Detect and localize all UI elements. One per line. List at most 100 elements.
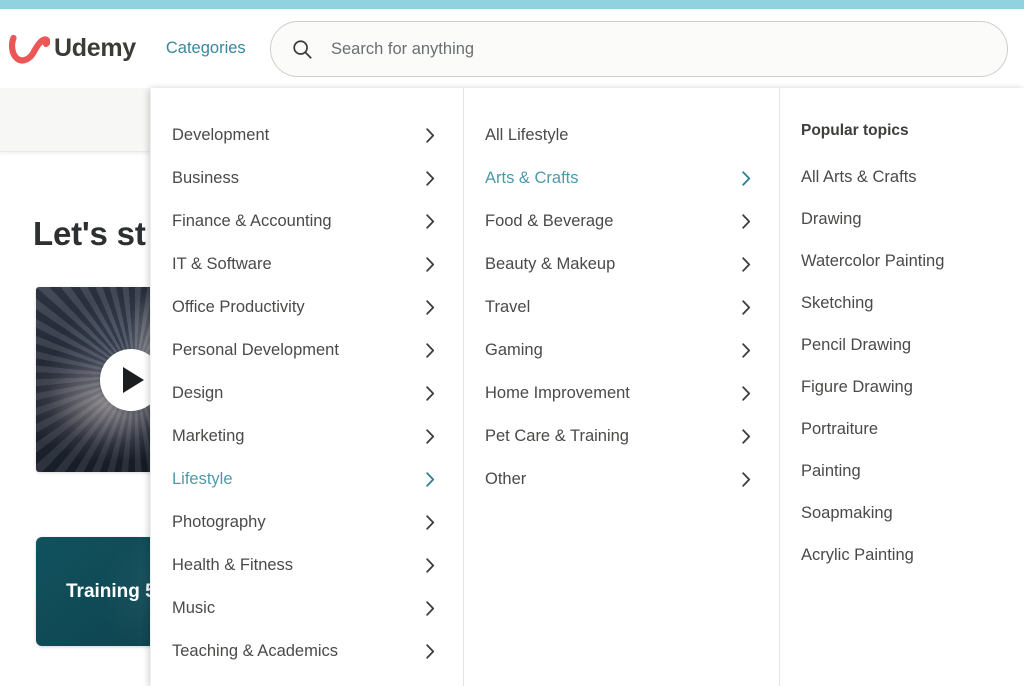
topic-item-soapmaking[interactable]: Soapmaking: [780, 492, 1023, 534]
menu-column-popular-topics: Popular topics All Arts & Crafts Drawing W…: [780, 88, 1023, 686]
menu-item-marketing[interactable]: Marketing: [151, 415, 463, 458]
menu-item-label: Photography: [172, 513, 266, 531]
menu-item-office-productivity[interactable]: Office Productivity: [151, 286, 463, 329]
menu-item-label: Development: [172, 126, 270, 144]
submenu-item-label: Arts & Crafts: [485, 169, 579, 187]
menu-item-label: Business: [172, 169, 239, 187]
submenu-item-beauty-makeup[interactable]: Beauty & Makeup: [464, 243, 779, 286]
chevron-right-icon: [742, 386, 751, 401]
udemy-logo-text: Udemy: [54, 34, 136, 62]
search-bar[interactable]: [270, 21, 1008, 77]
chevron-right-icon: [426, 429, 435, 444]
topic-item-label: Soapmaking: [801, 503, 893, 522]
promo-card-text: Training 5: [66, 580, 156, 602]
chevron-right-icon: [742, 343, 751, 358]
chevron-right-icon: [426, 472, 435, 487]
popular-topics-list: All Arts & Crafts Drawing Watercolor Paint…: [780, 156, 1023, 576]
submenu-item-label: All Lifestyle: [485, 126, 569, 144]
submenu-item-label: Travel: [485, 298, 531, 316]
menu-item-teaching-academics[interactable]: Teaching & Academics: [151, 630, 463, 673]
topic-item-label: Drawing: [801, 209, 862, 228]
topic-item-pencil-drawing[interactable]: Pencil Drawing: [780, 324, 1023, 366]
submenu-item-pet-care-training[interactable]: Pet Care & Training: [464, 415, 779, 458]
menu-item-music[interactable]: Music: [151, 587, 463, 630]
menu-column-primary-categories: Development Business Finance & Accounting I…: [151, 88, 464, 686]
menu-item-health-fitness[interactable]: Health & Fitness: [151, 544, 463, 587]
topic-item-label: All Arts & Crafts: [801, 167, 917, 186]
search-icon: [293, 40, 312, 59]
topic-item-acrylic-painting[interactable]: Acrylic Painting: [780, 534, 1023, 576]
submenu-item-all-lifestyle[interactable]: All Lifestyle: [464, 114, 779, 157]
chevron-right-icon: [426, 300, 435, 315]
topic-item-label: Pencil Drawing: [801, 335, 912, 354]
menu-item-label: Finance & Accounting: [172, 212, 332, 230]
topic-item-all-arts-crafts[interactable]: All Arts & Crafts: [780, 156, 1023, 198]
submenu-item-label: Gaming: [485, 341, 543, 359]
menu-item-label: Marketing: [172, 427, 245, 445]
udemy-logo[interactable]: Udemy: [8, 9, 136, 88]
udemy-u-logo-icon: [8, 34, 50, 63]
menu-item-label: Design: [172, 384, 224, 402]
menu-item-label: Health & Fitness: [172, 556, 294, 574]
topic-item-figure-drawing[interactable]: Figure Drawing: [780, 366, 1023, 408]
menu-item-personal-development[interactable]: Personal Development: [151, 329, 463, 372]
chevron-right-icon: [426, 214, 435, 229]
menu-item-label: Lifestyle: [172, 470, 233, 488]
chevron-right-icon: [426, 257, 435, 272]
topic-item-painting[interactable]: Painting: [780, 450, 1023, 492]
menu-item-development[interactable]: Development: [151, 114, 463, 157]
menu-item-label: Music: [172, 599, 216, 617]
chevron-right-icon: [426, 343, 435, 358]
submenu-item-label: Pet Care & Training: [485, 427, 629, 445]
submenu-item-label: Home Improvement: [485, 384, 630, 402]
chevron-right-icon: [742, 214, 751, 229]
submenu-item-other[interactable]: Other: [464, 458, 779, 501]
chevron-right-icon: [426, 128, 435, 143]
chevron-right-icon: [426, 601, 435, 616]
menu-item-design[interactable]: Design: [151, 372, 463, 415]
page-title: Let's st: [33, 215, 146, 252]
menu-item-label: Teaching & Academics: [172, 642, 339, 660]
topic-item-label: Acrylic Painting: [801, 545, 914, 564]
play-triangle: [123, 366, 144, 393]
topic-item-label: Watercolor Painting: [801, 251, 945, 270]
chevron-right-icon: [426, 515, 435, 530]
topic-item-sketching[interactable]: Sketching: [780, 282, 1023, 324]
menu-item-label: IT & Software: [172, 255, 272, 273]
topic-item-label: Figure Drawing: [801, 377, 913, 396]
menu-item-lifestyle[interactable]: Lifestyle: [151, 458, 463, 501]
chevron-right-icon: [426, 171, 435, 186]
menu-item-photography[interactable]: Photography: [151, 501, 463, 544]
menu-item-business[interactable]: Business: [151, 157, 463, 200]
menu-item-label: Personal Development: [172, 341, 339, 359]
submenu-item-arts-crafts[interactable]: Arts & Crafts: [464, 157, 779, 200]
chevron-right-icon: [742, 300, 751, 315]
chevron-right-icon: [742, 257, 751, 272]
submenu-item-food-beverage[interactable]: Food & Beverage: [464, 200, 779, 243]
menu-item-it-software[interactable]: IT & Software: [151, 243, 463, 286]
topic-item-label: Sketching: [801, 293, 874, 312]
topic-item-watercolor-painting[interactable]: Watercolor Painting: [780, 240, 1023, 282]
topic-item-label: Painting: [801, 461, 861, 480]
chevron-right-icon: [426, 386, 435, 401]
submenu-item-home-improvement[interactable]: Home Improvement: [464, 372, 779, 415]
search-input[interactable]: [331, 39, 1007, 59]
chevron-right-icon: [742, 429, 751, 444]
submenu-item-travel[interactable]: Travel: [464, 286, 779, 329]
topic-item-portraiture[interactable]: Portraiture: [780, 408, 1023, 450]
chevron-right-icon: [742, 472, 751, 487]
menu-item-finance-accounting[interactable]: Finance & Accounting: [151, 200, 463, 243]
popular-topics-heading: Popular topics: [801, 121, 909, 139]
subcategory-list: All Lifestyle Arts & Crafts Food & Beverag…: [464, 114, 779, 501]
chevron-right-icon: [742, 171, 751, 186]
menu-item-label: Office Productivity: [172, 298, 305, 316]
chevron-right-icon: [426, 558, 435, 573]
submenu-item-label: Food & Beverage: [485, 212, 614, 230]
categories-mega-menu: Development Business Finance & Accounting I…: [150, 88, 1024, 686]
submenu-item-label: Beauty & Makeup: [485, 255, 616, 273]
submenu-item-gaming[interactable]: Gaming: [464, 329, 779, 372]
topic-item-drawing[interactable]: Drawing: [780, 198, 1023, 240]
menu-column-subcategories: All Lifestyle Arts & Crafts Food & Beverag…: [464, 88, 780, 686]
nav-categories-link[interactable]: Categories: [166, 39, 246, 58]
browser-accent-bar: [0, 0, 1024, 9]
